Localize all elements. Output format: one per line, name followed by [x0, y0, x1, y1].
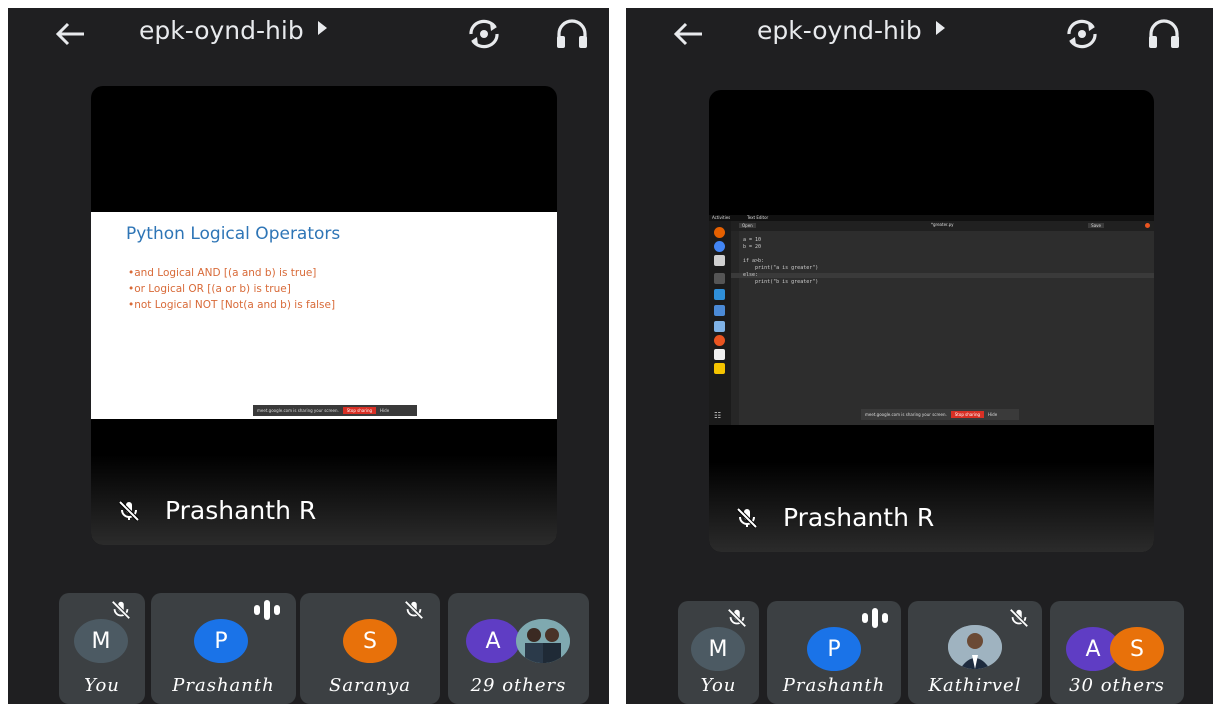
mic-off-icon	[404, 600, 424, 620]
participant-tile-kathirvel[interactable]: Kathirvel	[908, 601, 1042, 704]
line-gutter	[731, 231, 739, 425]
firefox-icon[interactable]	[714, 227, 725, 238]
shared-slide: Python Logical Operators •and Logical AN…	[91, 212, 557, 419]
caret-right-icon	[935, 21, 945, 35]
close-icon[interactable]	[1145, 223, 1150, 228]
back-arrow-icon[interactable]	[672, 20, 706, 48]
avatar: M	[74, 619, 128, 663]
activities-label: Activities	[712, 215, 731, 220]
stop-sharing-button[interactable]: Stop sharing	[950, 411, 985, 418]
back-arrow-icon[interactable]	[54, 20, 88, 48]
switch-camera-icon[interactable]	[465, 16, 503, 52]
participant-tile-others[interactable]: A 29 others	[448, 593, 589, 704]
top-bar: epk-oynd-hib	[8, 8, 609, 58]
participant-name: 29 others	[470, 675, 567, 696]
avatar: P	[807, 627, 861, 671]
app-name: Text Editor	[747, 215, 769, 220]
mic-off-icon	[727, 608, 747, 628]
participant-tile-saranya[interactable]: S Saranya	[300, 593, 440, 704]
slide-bullet: •and Logical AND [(a and b) is true]	[128, 267, 317, 279]
meeting-code: epk-oynd-hib	[139, 16, 304, 45]
participant-name: Prashanth	[172, 675, 275, 696]
package-icon[interactable]	[714, 321, 725, 332]
avatar-photo	[948, 625, 1002, 669]
meeting-screen-right: epk-oynd-hib Activities Text Editor Open…	[626, 8, 1213, 704]
meeting-title[interactable]: epk-oynd-hib	[139, 16, 327, 45]
slide-bullet: •not Logical NOT [Not(a and b) is false]	[128, 299, 336, 311]
hide-button[interactable]: Hide	[988, 412, 997, 417]
stop-sharing-button[interactable]: Stop sharing	[342, 407, 377, 414]
mic-off-icon	[111, 600, 131, 620]
presenter-name-row: Prashanth R	[117, 496, 316, 525]
vscode-icon[interactable]	[714, 305, 725, 316]
presenter-name-row: Prashanth R	[735, 503, 934, 532]
presenter-name: Prashanth R	[783, 503, 935, 532]
participant-tile-you[interactable]: M You	[59, 593, 145, 704]
share-text: meet.google.com is sharing your screen.	[865, 412, 947, 417]
switch-camera-icon[interactable]	[1063, 16, 1101, 52]
presentation-stage: Python Logical Operators •and Logical AN…	[91, 86, 557, 545]
mic-off-icon	[118, 500, 140, 521]
participant-name: You	[84, 675, 120, 696]
share-text: meet.google.com is sharing your screen.	[257, 408, 339, 413]
shared-editor: Activities Text Editor Open *greater.py …	[709, 215, 1154, 425]
participant-name: Kathirvel	[928, 675, 1022, 696]
group-photo-icon	[516, 619, 570, 663]
file-name: *greater.py	[931, 222, 954, 227]
avatar-photo	[516, 619, 570, 663]
screen-share-bar: meet.google.com is sharing your screen. …	[253, 405, 417, 416]
chrome-icon[interactable]	[714, 241, 725, 252]
participant-tile-prashanth[interactable]: P Prashanth	[767, 601, 901, 704]
participant-tile-others[interactable]: A S 30 others	[1050, 601, 1184, 704]
mic-off-icon	[1009, 608, 1029, 628]
participant-name: You	[700, 675, 737, 696]
slide-title: Python Logical Operators	[126, 224, 341, 244]
participant-tile-you[interactable]: M You	[678, 601, 759, 704]
avatar: S	[343, 619, 397, 663]
notes-icon[interactable]	[714, 363, 725, 374]
audio-level-icon	[862, 608, 888, 628]
text-editor-icon[interactable]	[714, 349, 725, 360]
caret-right-icon	[317, 21, 327, 35]
headphones-icon[interactable]	[1145, 16, 1183, 52]
participant-name: Saranya	[329, 675, 411, 696]
person-photo-icon	[948, 625, 1002, 669]
hide-button[interactable]: Hide	[380, 408, 389, 413]
presenter-name: Prashanth R	[165, 496, 317, 525]
files-icon[interactable]	[714, 255, 725, 266]
headphones-icon[interactable]	[553, 16, 591, 52]
software-icon[interactable]	[714, 335, 725, 346]
mic-off-icon	[736, 507, 758, 528]
code-content: a = 10 b = 20 if a>b: print("a is greate…	[743, 237, 819, 285]
terminal-icon[interactable]	[714, 273, 725, 284]
avatar: S	[1110, 627, 1164, 671]
editor-header: Open *greater.py Save	[731, 221, 1154, 231]
avatar: P	[194, 619, 248, 663]
meeting-title[interactable]: epk-oynd-hib	[757, 16, 945, 45]
open-button[interactable]: Open	[739, 223, 756, 228]
participant-name: Prashanth	[782, 675, 886, 696]
save-button[interactable]: Save	[1088, 223, 1104, 228]
meeting-screen-left: epk-oynd-hib Python Logical Operators •a…	[8, 8, 609, 704]
app-grid-icon[interactable]: ☷	[714, 411, 725, 422]
screen-share-bar: meet.google.com is sharing your screen. …	[861, 409, 1019, 420]
slide-bullet: •or Logical OR [(a or b) is true]	[128, 283, 291, 295]
avatar: A	[466, 619, 520, 663]
meeting-code: epk-oynd-hib	[757, 16, 922, 45]
code-editor-icon[interactable]	[714, 289, 725, 300]
top-bar: epk-oynd-hib	[626, 8, 1213, 58]
audio-level-icon	[254, 600, 280, 620]
presentation-stage: Activities Text Editor Open *greater.py …	[709, 90, 1154, 552]
participant-name: 30 others	[1069, 675, 1165, 696]
avatar: M	[691, 627, 745, 671]
participant-tile-prashanth[interactable]: P Prashanth	[151, 593, 296, 704]
app-dock: ☷	[709, 221, 731, 425]
